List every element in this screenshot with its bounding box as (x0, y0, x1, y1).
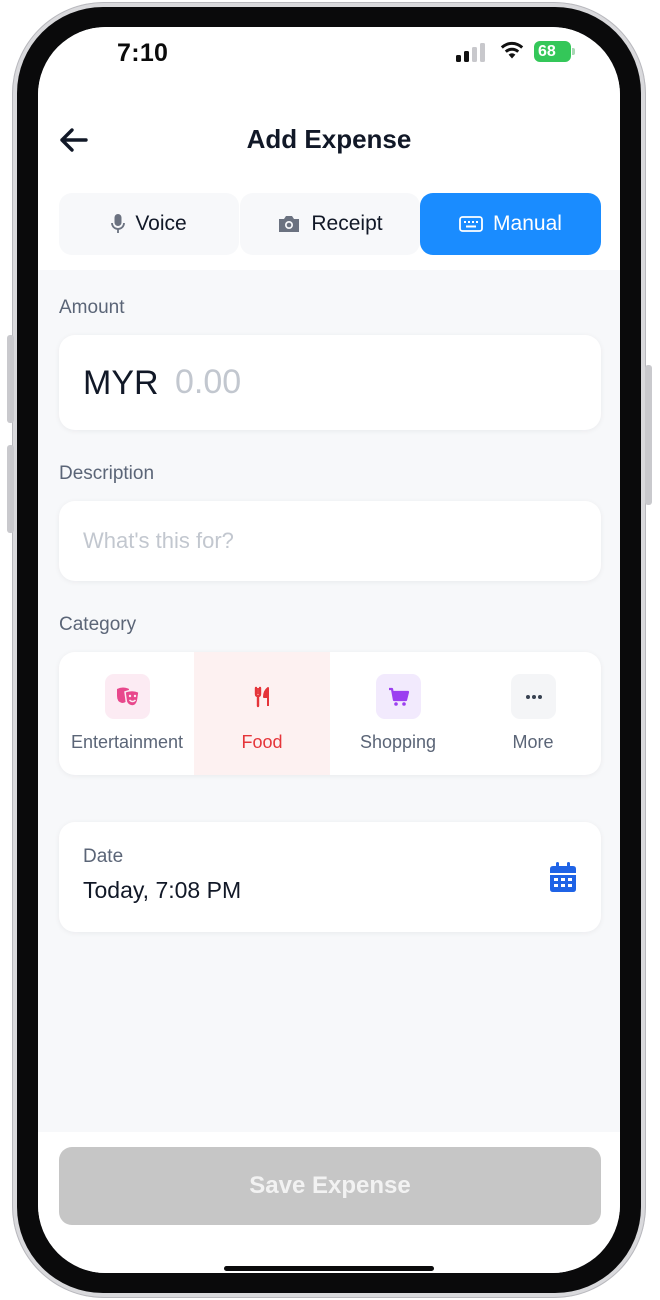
category-entertainment[interactable]: Entertainment (59, 652, 195, 775)
amount-input[interactable] (175, 359, 575, 405)
home-indicator[interactable] (224, 1266, 434, 1271)
keyboard-icon (459, 216, 483, 232)
volume-down-button (7, 445, 14, 533)
amount-card: MYR (59, 335, 601, 430)
battery-charging-icon: 68 (534, 41, 571, 62)
utensils-icon (240, 674, 285, 719)
page-title: Add Expense (246, 124, 412, 154)
date-picker[interactable]: Date Today, 7:08 PM (59, 822, 601, 932)
category-label-food: Food (241, 732, 283, 752)
volume-up-button (7, 335, 14, 423)
tab-manual[interactable]: Manual (420, 193, 601, 255)
date-value: Today, 7:08 PM (83, 877, 242, 903)
shopping-cart-icon (376, 674, 421, 719)
date-label: Date (83, 846, 124, 867)
power-button (645, 365, 652, 505)
category-food[interactable]: Food (194, 652, 330, 775)
tab-voice[interactable]: Voice (59, 193, 239, 255)
category-label: Category (59, 614, 137, 635)
header: Add Expense Voice Receipt Manual (38, 87, 620, 270)
input-mode-tabs: Voice Receipt Manual (59, 193, 601, 255)
theater-masks-icon (105, 674, 150, 719)
tab-manual-label: Manual (493, 212, 562, 235)
bottom-action-bar: Save Expense (38, 1132, 620, 1273)
category-label-entertainment: Entertainment (70, 732, 184, 752)
tab-receipt[interactable]: Receipt (240, 193, 420, 255)
currency-code: MYR (83, 364, 159, 402)
cellular-signal-icon (456, 42, 488, 62)
status-bar: 7:10 68 (38, 27, 620, 87)
category-shopping[interactable]: Shopping (330, 652, 466, 775)
app-screen: 7:10 68 Add Expense Voice Receipt Manual… (38, 27, 620, 1273)
battery-level: 68 (538, 43, 556, 60)
camera-icon (279, 216, 300, 232)
wifi-icon (500, 41, 524, 59)
save-expense-button[interactable]: Save Expense (59, 1147, 601, 1225)
category-label-shopping: Shopping (359, 732, 437, 752)
microphone-icon (111, 214, 126, 233)
amount-label: Amount (59, 297, 125, 318)
status-time: 7:10 (117, 39, 169, 67)
description-input[interactable] (83, 521, 583, 561)
tab-voice-label: Voice (135, 212, 187, 235)
category-picker: Entertainment Food Shopping More (59, 652, 601, 775)
description-card (59, 501, 601, 581)
tab-receipt-label: Receipt (311, 212, 383, 235)
more-dots-icon (511, 674, 556, 719)
category-more[interactable]: More (465, 652, 601, 775)
description-label: Description (59, 463, 155, 484)
calendar-icon (550, 862, 576, 892)
battery-cap (572, 48, 575, 55)
category-label-more: More (512, 732, 554, 752)
